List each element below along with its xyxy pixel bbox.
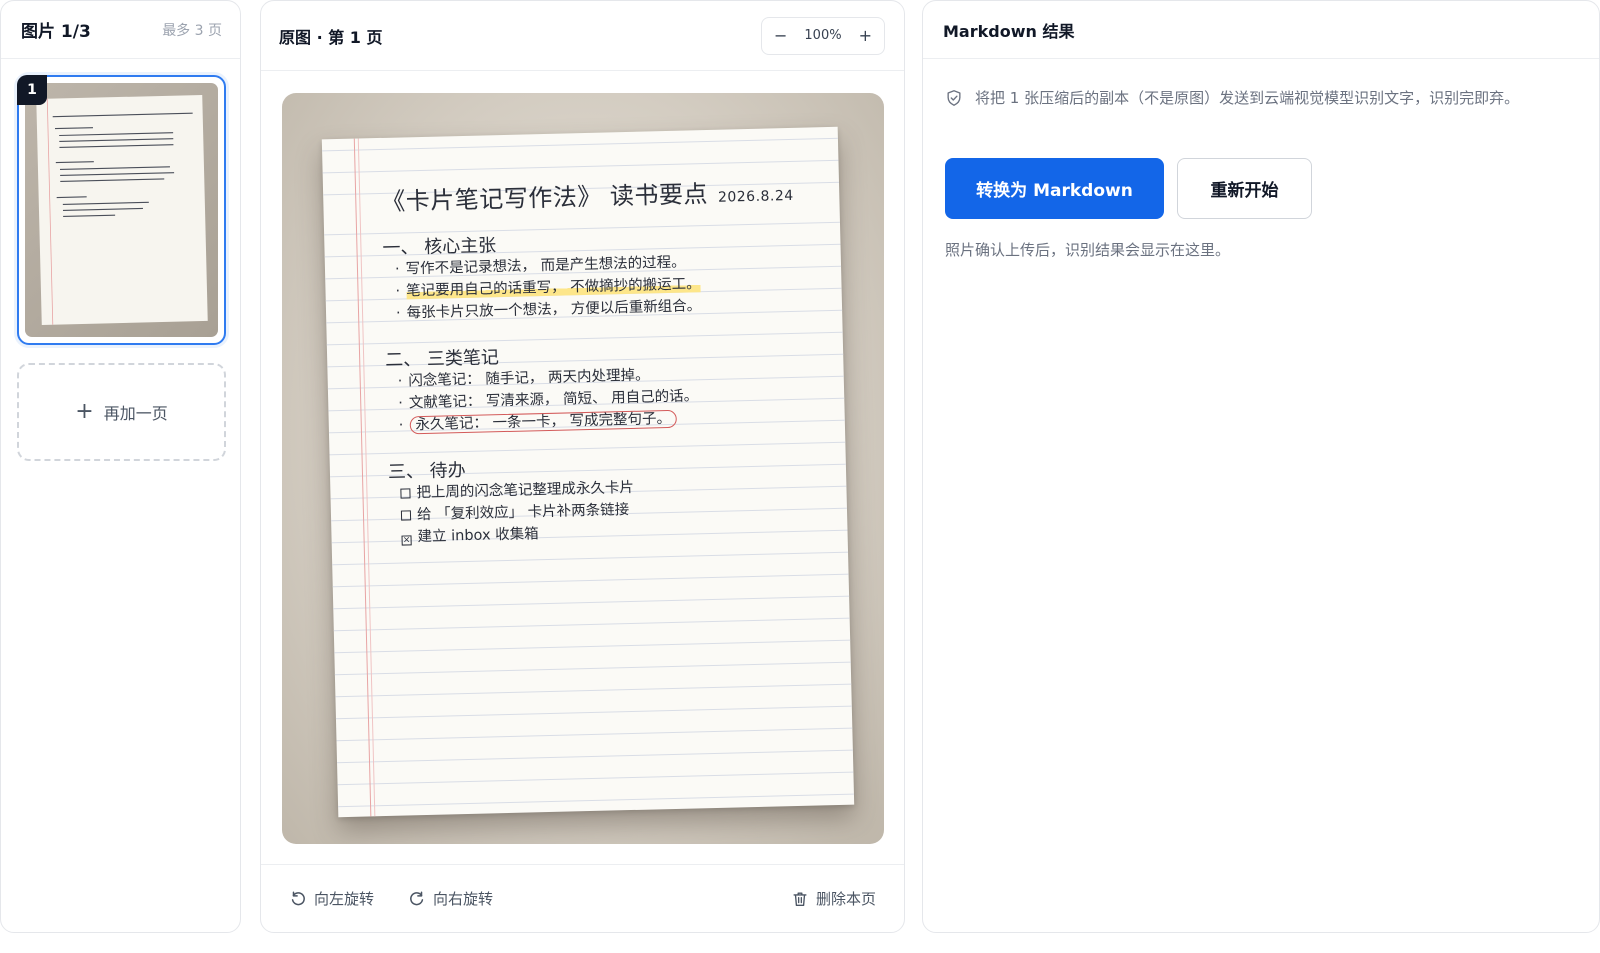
checked-checkbox-icon: × <box>401 535 412 546</box>
rotate-left-label: 向左旋转 <box>314 890 375 908</box>
plus-icon: + <box>75 399 94 424</box>
thumbnail-image <box>25 83 218 337</box>
trash-icon <box>793 891 807 906</box>
privacy-notice-text: 将把 1 张压缩后的副本（不是原图）发送到云端视觉模型识别文字，识别完即弃。 <box>975 89 1520 107</box>
markdown-result-panel: Markdown 结果 将把 1 张压缩后的副本（不是原图）发送到云端视觉模型识… <box>922 0 1600 933</box>
zoom-in-button[interactable]: + <box>859 26 872 45</box>
note-title: 《卡片笔记写作法》 读书要点 2026.8.24 <box>381 172 794 217</box>
rotate-right-button[interactable]: 向右旋转 <box>408 888 493 909</box>
notebook-photo: 《卡片笔记写作法》 读书要点 2026.8.24 一、 核心主张 · 写作不是记录想… <box>321 126 855 818</box>
zoom-out-button[interactable]: − <box>774 26 787 45</box>
rotate-left-button[interactable]: 向左旋转 <box>289 888 374 909</box>
rotate-right-icon <box>410 890 424 905</box>
delete-page-label: 删除本页 <box>815 890 876 908</box>
shield-check-icon <box>947 90 961 106</box>
markdown-result-title: Markdown 结果 <box>923 1 1599 59</box>
add-page-label: 再加一页 <box>103 404 168 423</box>
original-image-header: 原图 · 第 1 页 − 100% + <box>261 1 904 71</box>
rotate-right-label: 向右旋转 <box>433 890 494 908</box>
note-todo-item: × 建立 inbox 收集箱 <box>401 526 539 546</box>
original-image-panel: 原图 · 第 1 页 − 100% + 《卡片笔记写作法》 读书要点 2026.8… <box>260 0 905 933</box>
restart-button[interactable]: 重新开始 <box>1177 158 1312 219</box>
note-todo-item: 给 「复利效应」 卡片补两条链接 <box>400 498 630 525</box>
thumbnail-paper-preview <box>36 94 208 325</box>
image-viewer[interactable]: 《卡片笔记写作法》 读书要点 2026.8.24 一、 核心主张 · 写作不是记录想… <box>282 93 884 844</box>
rotate-left-icon <box>291 890 305 905</box>
pages-panel-header: 图片 1/3 最多 3 页 <box>1 1 240 59</box>
delete-page-button[interactable]: 删除本页 <box>791 888 876 909</box>
thumbnail-page-number: 1 <box>17 75 47 105</box>
note-date: 2026.8.24 <box>717 187 794 206</box>
privacy-notice: 将把 1 张压缩后的副本（不是原图）发送到云端视觉模型识别文字，识别完即弃。 <box>945 85 1545 111</box>
checkbox-icon <box>400 510 412 521</box>
zoom-level: 100% <box>804 28 842 43</box>
pages-panel: 图片 1/3 最多 3 页 1 + 再加一页 <box>0 0 241 933</box>
page-thumbnail-1[interactable]: 1 <box>17 75 226 345</box>
add-page-button[interactable]: + 再加一页 <box>17 363 226 461</box>
max-pages-label: 最多 3 页 <box>162 22 222 39</box>
zoom-control: − 100% + <box>761 16 885 55</box>
original-page-title: 原图 · 第 1 页 <box>279 27 383 47</box>
image-actions-bar: 向左旋转 向右旋转 删除本页 <box>261 864 904 932</box>
pages-count-title: 图片 1/3 <box>21 22 91 42</box>
convert-to-markdown-button[interactable]: 转换为 Markdown <box>945 158 1164 219</box>
checkbox-icon <box>400 488 411 499</box>
note-title-text: 《卡片笔记写作法》 读书要点 <box>380 179 709 216</box>
result-placeholder-hint: 照片确认上传后，识别结果会显示在这里。 <box>945 241 1231 259</box>
